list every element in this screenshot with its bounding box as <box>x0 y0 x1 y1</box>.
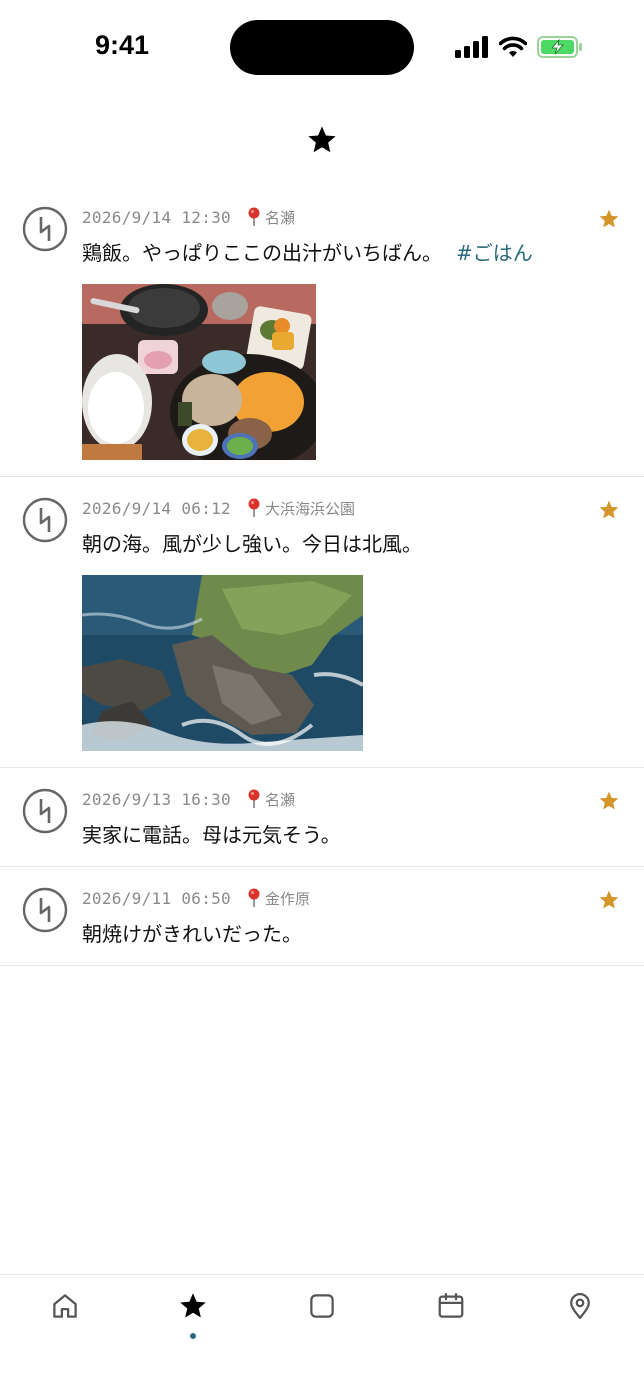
calendar-icon <box>438 1293 464 1318</box>
post-location[interactable]: 大浜海浜公園 <box>265 498 355 519</box>
post-location[interactable]: 金作原 <box>265 888 310 909</box>
tab-bar <box>0 1274 644 1400</box>
pin-icon <box>248 789 260 808</box>
tab-home[interactable] <box>33 1291 97 1351</box>
dynamic-island <box>230 20 414 75</box>
post-meta: 2026/9/13 16:30 名瀬 <box>82 786 620 812</box>
post-text-content: 朝の海。風が少し強い。今日は北風。 <box>82 532 422 556</box>
star-icon <box>308 126 336 153</box>
pin-icon <box>248 207 260 226</box>
signal-icon <box>455 36 488 58</box>
square-icon <box>310 1294 334 1318</box>
pin-icon <box>248 498 260 517</box>
post-item[interactable]: 2026/9/11 06:50 金作原 朝焼けがきれいだった。 <box>0 867 644 966</box>
post-timestamp: 2026/9/14 12:30 <box>82 207 231 227</box>
post-text: 朝の海。風が少し強い。今日は北風。 <box>82 529 620 559</box>
battery-icon <box>537 36 582 58</box>
hashtag-link[interactable]: #ごはん <box>456 241 533 265</box>
coast-photo[interactable] <box>82 575 363 751</box>
favorite-star-icon[interactable] <box>598 499 620 521</box>
post-text: 朝焼けがきれいだった。 <box>82 919 620 949</box>
status-time: 9:41 <box>95 30 150 60</box>
tab-compose[interactable] <box>290 1291 354 1351</box>
post-item[interactable]: 2026/9/13 16:30 名瀬 実家に電話。母は元気そう。 <box>0 768 644 867</box>
post-text-content: 実家に電話。母は元気そう。 <box>82 823 341 847</box>
active-tab-indicator <box>190 1333 196 1339</box>
post-item[interactable]: 2026/9/14 12:30 名瀬 鶏飯。やっぱりここの出汁がいちばん。 #ごは… <box>0 186 644 477</box>
favorite-star-icon[interactable] <box>598 790 620 812</box>
tab-map[interactable] <box>548 1291 612 1351</box>
post-text: 実家に電話。母は元気そう。 <box>82 820 620 850</box>
post-location[interactable]: 名瀬 <box>265 789 295 810</box>
avatar-rune-icon[interactable] <box>22 206 68 252</box>
favorite-star-icon[interactable] <box>598 889 620 911</box>
post-text-content: 朝焼けがきれいだった。 <box>82 922 302 946</box>
status-icons <box>455 34 583 60</box>
tab-favorites[interactable] <box>161 1291 225 1351</box>
tab-calendar[interactable] <box>419 1291 483 1351</box>
post-text-content: 鶏飯。やっぱりここの出汁がいちばん。 <box>82 241 442 265</box>
post-meta: 2026/9/14 12:30 名瀬 <box>82 204 620 230</box>
favorite-star-icon[interactable] <box>598 208 620 230</box>
post-item[interactable]: 2026/9/14 06:12 大浜海浜公園 朝の海。風が少し強い。今日は北風。 <box>0 477 644 768</box>
home-icon <box>53 1294 77 1318</box>
avatar-rune-icon[interactable] <box>22 497 68 543</box>
wifi-icon <box>499 36 527 57</box>
favorites-feed: 2026/9/14 12:30 名瀬 鶏飯。やっぱりここの出汁がいちばん。 #ごは… <box>0 186 644 966</box>
post-meta: 2026/9/11 06:50 金作原 <box>82 885 620 911</box>
star-icon <box>180 1293 206 1318</box>
post-timestamp: 2026/9/13 16:30 <box>82 789 231 809</box>
post-text: 鶏飯。やっぱりここの出汁がいちばん。 #ごはん <box>82 238 620 268</box>
pin-icon <box>248 888 260 907</box>
map-pin-icon <box>570 1293 590 1319</box>
avatar-rune-icon[interactable] <box>22 887 68 933</box>
avatar-rune-icon[interactable] <box>22 788 68 834</box>
post-location[interactable]: 名瀬 <box>265 207 295 228</box>
post-timestamp: 2026/9/14 06:12 <box>82 498 231 518</box>
post-timestamp: 2026/9/11 06:50 <box>82 888 231 908</box>
post-meta: 2026/9/14 06:12 大浜海浜公園 <box>82 495 620 521</box>
status-bar: 9:41 <box>0 0 644 96</box>
food-photo[interactable] <box>82 284 316 460</box>
